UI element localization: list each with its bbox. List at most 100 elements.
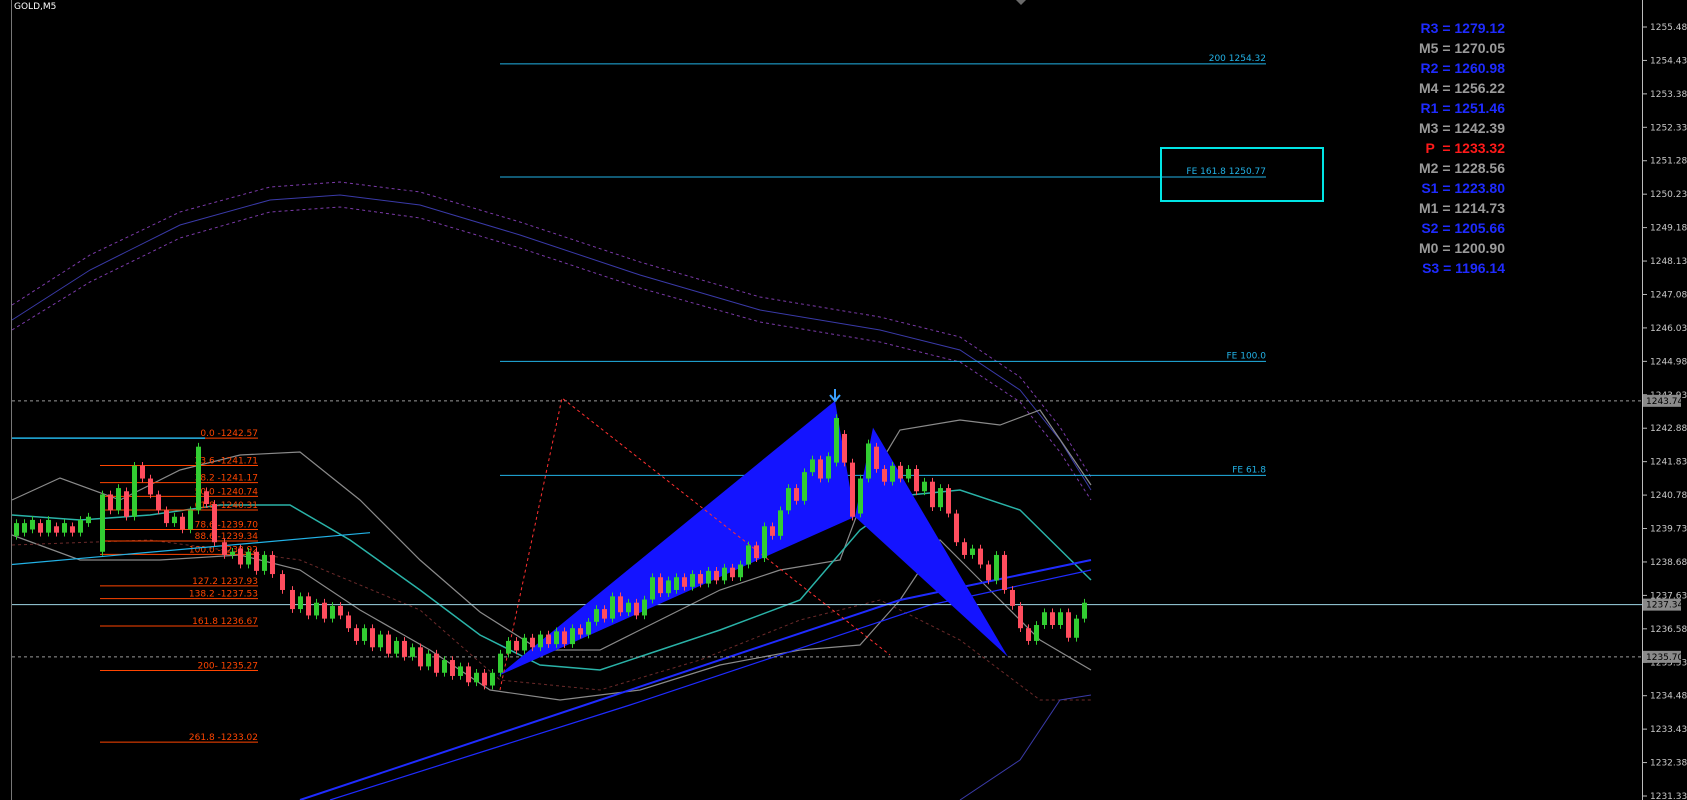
price-tag-label: 1235.70 (1646, 653, 1683, 663)
candle-bull (722, 567, 727, 581)
candle-bear (930, 481, 935, 508)
candle-bear (618, 596, 623, 613)
candle-bull (506, 640, 511, 654)
candle-bear (290, 589, 295, 610)
price-axis-label: 1249.18 (1650, 224, 1687, 234)
fib-retracement-label: 200- 1235.27 (197, 662, 258, 672)
fib-extension-label: FE 161.8 1250.77 (1186, 167, 1266, 177)
candle-bull (378, 634, 383, 648)
candle-bear (794, 488, 799, 501)
candle-bull (594, 609, 599, 622)
price-axis-label: 1250.23 (1650, 190, 1687, 200)
candle-bull (738, 564, 743, 578)
candle-bull (570, 628, 575, 645)
candle-bull (14, 523, 19, 536)
price-axis-label: 1244.98 (1650, 357, 1687, 367)
candle-bear (108, 494, 113, 511)
candle-bear (658, 577, 663, 594)
price-axis-label: 1251.28 (1650, 157, 1687, 167)
fib-extension-label: 200 1254.32 (1209, 54, 1266, 64)
candle-bear (562, 631, 567, 645)
candle-bull (786, 488, 791, 511)
candle-bear (164, 510, 169, 524)
candle-bear (514, 640, 519, 651)
fib-retracement-label: 88.6 -1239.34 (195, 532, 259, 542)
candle-bull (458, 666, 463, 676)
candle-bull (474, 672, 479, 683)
pivot-s2: S2 = 1205.66 (1421, 220, 1505, 236)
price-axis-label: 1231.33 (1650, 792, 1687, 800)
candle-bull (246, 551, 251, 565)
candle-bear (1050, 612, 1055, 626)
candle-bull (762, 526, 767, 559)
candle-bear (70, 526, 75, 533)
candle-bull (1058, 612, 1063, 626)
symbol-title: GOLD,M5 (14, 2, 57, 12)
candle-bear (682, 577, 687, 587)
pivot-r2: R2 = 1260.98 (1420, 60, 1505, 76)
candle-bear (978, 548, 983, 565)
candle-bull (834, 418, 839, 463)
price-tag-label: 1243.74 (1646, 397, 1683, 407)
candle-bull (86, 516, 91, 524)
candle-bear (354, 628, 359, 641)
candle-bull (116, 488, 121, 511)
candle-bull (866, 443, 871, 479)
candle-bear (148, 478, 153, 495)
pivot-p: P = 1233.32 (1425, 140, 1505, 156)
pivot-s1: S1 = 1223.80 (1421, 180, 1505, 196)
candle-bull (498, 653, 503, 673)
candle-bear (714, 570, 719, 581)
candle-bull (906, 468, 911, 479)
candle-bull (610, 596, 615, 619)
candle-bull (30, 519, 35, 530)
price-axis-label: 1254.43 (1650, 56, 1687, 66)
price-axis-label: 1232.38 (1650, 759, 1687, 769)
candle-bear (1002, 554, 1007, 590)
price-axis-label: 1233.43 (1650, 725, 1687, 735)
pivot-m1: M1 = 1214.73 (1418, 200, 1505, 216)
price-axis-label: 1255.48 (1650, 23, 1687, 33)
candle-bear (54, 526, 59, 533)
candle-bear (450, 660, 455, 676)
pivot-m3: M3 = 1242.39 (1418, 120, 1505, 136)
candle-bear (418, 647, 423, 667)
candle-bull (426, 653, 431, 667)
price-axis-label: 1242.88 (1650, 424, 1687, 434)
candle-bear (140, 465, 145, 479)
candle-bear (898, 465, 903, 479)
candle-bull (330, 605, 335, 619)
candle-bull (554, 631, 559, 645)
candle-bull (1074, 618, 1079, 638)
candle-bull (298, 596, 303, 610)
candle-bear (434, 653, 439, 673)
chart-window[interactable]: 200 1254.32 FE 161.8 1250.77 FE 100.0 FE 61… (0, 0, 1687, 800)
fib-retracement-label: 0.0 -1242.57 (200, 429, 258, 439)
candle-bear (954, 513, 959, 543)
candle-bear (962, 542, 967, 555)
candle-bull (642, 599, 647, 616)
price-axis-label: 1241.83 (1650, 458, 1687, 468)
candle-bull (46, 519, 51, 533)
fib-extension-label: FE 61.8 (1232, 465, 1266, 475)
price-axis-label: 1234.48 (1650, 692, 1687, 702)
price-axis-label: 1247.08 (1650, 290, 1687, 300)
candle-bear (986, 564, 991, 581)
candle-bull (706, 570, 711, 584)
candle-bull (262, 554, 267, 571)
candle-bull (626, 602, 631, 613)
candle-bull (442, 660, 447, 673)
candle-bull (938, 488, 943, 508)
fib-extension-label: FE 100.0 (1227, 351, 1267, 361)
candle-bear (346, 615, 351, 629)
candle-bear (578, 628, 583, 635)
candle-bear (850, 462, 855, 517)
price-axis-label: 1240.78 (1650, 491, 1687, 501)
candle-bear (842, 433, 847, 463)
fib-retracement-label: 161.8 1236.67 (192, 617, 258, 627)
candle-bear (698, 574, 703, 584)
price-axis-label: 1239.73 (1650, 525, 1687, 535)
candle-bear (222, 542, 227, 555)
price-axis-label: 1253.38 (1650, 90, 1687, 100)
candle-bear (818, 459, 823, 479)
